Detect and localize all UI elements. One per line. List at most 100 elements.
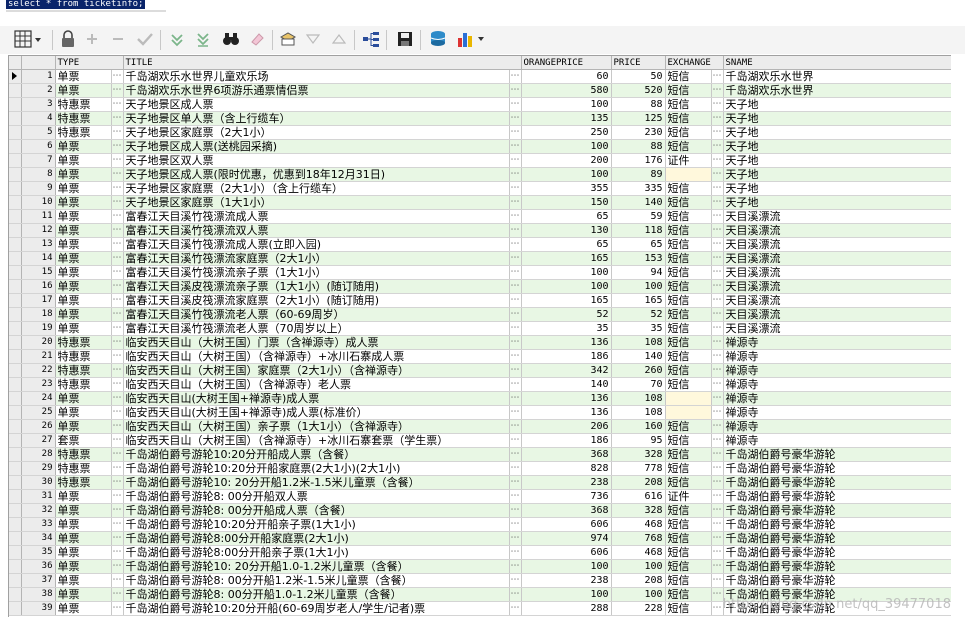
row-indicator[interactable] <box>9 363 22 378</box>
cell-sname[interactable]: 禅源寺 <box>723 419 951 434</box>
cell-ellipsis-button[interactable]: ⋯ <box>509 363 522 378</box>
cell-title[interactable]: 富春江天目溪竹筏漂流双人票 <box>123 223 510 238</box>
cell-title[interactable]: 富春江天目溪皮筏漂流家庭票（2大1小）(随订随用) <box>123 293 510 308</box>
cell-title[interactable]: 临安西天目山（大树王国）（含禅源寺）+冰川石寨套票（学生票） <box>123 433 510 448</box>
cell-exchange[interactable]: 短信 <box>665 111 712 126</box>
cell-ellipsis-button[interactable]: ⋯ <box>111 405 124 420</box>
cell-price[interactable]: 165 <box>611 293 666 308</box>
cell-title[interactable]: 临安西天目山（大树王国）家庭票（2大1小）（含禅源寺） <box>123 363 510 378</box>
cell-ellipsis-button[interactable]: ⋯ <box>711 601 724 616</box>
cell-price[interactable]: 153 <box>611 251 666 266</box>
cell-ellipsis-button[interactable]: ⋯ <box>509 69 522 84</box>
cell-ellipsis-button[interactable]: ⋯ <box>111 139 124 154</box>
cell-type[interactable]: 特惠票 <box>55 349 112 364</box>
cell-ellipsis-button[interactable]: ⋯ <box>711 237 724 252</box>
cell-sname[interactable]: 天子地 <box>723 125 951 140</box>
table-row[interactable]: 22 特惠票 ⋯ 临安西天目山（大树王国）家庭票（2大1小）（含禅源寺） ⋯ 342 260… <box>9 363 951 378</box>
table-row[interactable]: 35 单票 ⋯ 千岛湖伯爵号游轮8:00分开船亲子票(1大1小) ⋯ 606 468 短信 ⋯ 千… <box>9 545 951 560</box>
cell-price[interactable]: 89 <box>611 167 666 182</box>
cell-price[interactable]: 208 <box>611 573 666 588</box>
cell-exchange[interactable]: 短信 <box>665 349 712 364</box>
cell-orangeprice[interactable]: 35 <box>521 321 612 336</box>
cell-exchange[interactable]: 短信 <box>665 279 712 294</box>
cell-ellipsis-button[interactable]: ⋯ <box>509 461 522 476</box>
cell-title[interactable]: 千岛湖伯爵号游轮8: 00分开船成人票（含餐） <box>123 503 510 518</box>
column-header-type[interactable]: TYPE <box>55 56 124 70</box>
cell-ellipsis-button[interactable]: ⋯ <box>111 167 124 182</box>
cell-title[interactable]: 富春江天目溪竹筏漂流亲子票（1大1小） <box>123 265 510 280</box>
cell-sname[interactable]: 禅源寺 <box>723 405 951 420</box>
cell-ellipsis-button[interactable]: ⋯ <box>111 209 124 224</box>
cell-ellipsis-button[interactable]: ⋯ <box>509 587 522 602</box>
sql-editor[interactable]: select * from ticketinfo; <box>0 0 965 24</box>
cell-ellipsis-button[interactable]: ⋯ <box>111 83 124 98</box>
row-indicator[interactable] <box>9 195 22 210</box>
row-indicator[interactable] <box>9 293 22 308</box>
cell-orangeprice[interactable]: 606 <box>521 517 612 532</box>
row-indicator[interactable] <box>9 461 22 476</box>
cell-price[interactable]: 94 <box>611 265 666 280</box>
cell-sname[interactable]: 天目溪漂流 <box>723 223 951 238</box>
row-indicator[interactable] <box>9 433 22 448</box>
cell-title[interactable]: 富春江天目溪竹筏漂流成人票 <box>123 209 510 224</box>
cell-exchange[interactable]: 短信 <box>665 237 712 252</box>
cell-title[interactable]: 千岛湖欢乐水世界6项游乐通票情侣票 <box>123 83 510 98</box>
row-indicator[interactable] <box>9 377 22 392</box>
cell-ellipsis-button[interactable]: ⋯ <box>509 111 522 126</box>
cell-exchange[interactable]: 短信 <box>665 475 712 490</box>
cell-orangeprice[interactable]: 130 <box>521 223 612 238</box>
cell-ellipsis-button[interactable]: ⋯ <box>711 293 724 308</box>
table-row[interactable]: 31 单票 ⋯ 千岛湖伯爵号游轮8: 00分开船双人票 ⋯ 736 616 证件 ⋯ 千岛湖伯爵号… <box>9 489 951 504</box>
cell-type[interactable]: 单票 <box>55 139 112 154</box>
lock-button[interactable] <box>58 28 78 50</box>
cell-orangeprice[interactable]: 136 <box>521 405 612 420</box>
cell-type[interactable]: 单票 <box>55 223 112 238</box>
table-row[interactable]: 17 单票 ⋯ 富春江天目溪皮筏漂流家庭票（2大1小）(随订随用) ⋯ 165 165 短信 ⋯… <box>9 293 951 308</box>
cell-price[interactable]: 228 <box>611 601 666 616</box>
cell-orangeprice[interactable]: 140 <box>521 377 612 392</box>
cell-title[interactable]: 千岛湖伯爵号游轮10: 20分开船1.2米-1.5米儿童票（含餐） <box>123 475 510 490</box>
cell-title[interactable]: 天子地景区成人票(限时优惠，优惠到18年12月31日) <box>123 167 510 182</box>
cell-exchange[interactable]: 短信 <box>665 195 712 210</box>
cell-sname[interactable]: 天子地 <box>723 111 951 126</box>
cell-ellipsis-button[interactable]: ⋯ <box>509 503 522 518</box>
cell-ellipsis-button[interactable]: ⋯ <box>711 335 724 350</box>
cell-ellipsis-button[interactable]: ⋯ <box>509 209 522 224</box>
cell-ellipsis-button[interactable]: ⋯ <box>711 587 724 602</box>
cell-type[interactable]: 单票 <box>55 293 112 308</box>
cell-ellipsis-button[interactable]: ⋯ <box>509 265 522 280</box>
cell-ellipsis-button[interactable]: ⋯ <box>711 83 724 98</box>
cell-ellipsis-button[interactable]: ⋯ <box>509 237 522 252</box>
cell-price[interactable]: 50 <box>611 69 666 84</box>
cell-title[interactable]: 千岛湖伯爵号游轮8: 00分开船1.0-1.2米儿童票（含餐） <box>123 587 510 602</box>
cell-ellipsis-button[interactable]: ⋯ <box>711 503 724 518</box>
cell-type[interactable]: 单票 <box>55 209 112 224</box>
cell-title[interactable]: 富春江天目溪竹筏漂流老人票（70周岁以上） <box>123 321 510 336</box>
first-record-button[interactable] <box>166 28 188 50</box>
cell-sname[interactable]: 天目溪漂流 <box>723 279 951 294</box>
cell-ellipsis-button[interactable]: ⋯ <box>711 167 724 182</box>
table-row[interactable]: 10 单票 ⋯ 天子地景区家庭票（1大1小） ⋯ 150 140 短信 ⋯ 天子地 <box>9 195 951 210</box>
row-indicator[interactable] <box>9 321 22 336</box>
cell-ellipsis-button[interactable]: ⋯ <box>509 517 522 532</box>
cell-type[interactable]: 单票 <box>55 83 112 98</box>
table-row[interactable]: 29 特惠票 ⋯ 千岛湖伯爵号游轮10:20分开船家庭票(2大1小)(2大1小) ⋯ 82… <box>9 461 951 476</box>
cell-price[interactable]: 140 <box>611 195 666 210</box>
cell-sname[interactable]: 天目溪漂流 <box>723 293 951 308</box>
cell-type[interactable]: 单票 <box>55 167 112 182</box>
table-row[interactable]: 18 单票 ⋯ 富春江天目溪竹筏漂流老人票（60-69周岁） ⋯ 52 52 短信 ⋯ 天目溪漂流 <box>9 307 951 322</box>
cell-ellipsis-button[interactable]: ⋯ <box>711 265 724 280</box>
cell-exchange[interactable]: 短信 <box>665 209 712 224</box>
cell-price[interactable]: 108 <box>611 335 666 350</box>
table-row[interactable]: 21 特惠票 ⋯ 临安西天目山（大树王国）（含禅源寺）+冰川石寨成人票 ⋯ 186 140 短… <box>9 349 951 364</box>
cell-exchange[interactable]: 短信 <box>665 573 712 588</box>
cell-ellipsis-button[interactable]: ⋯ <box>111 447 124 462</box>
cell-price[interactable]: 88 <box>611 139 666 154</box>
table-row[interactable]: 7 单票 ⋯ 天子地景区双人票 ⋯ 200 176 证件 ⋯ 天子地 <box>9 153 951 168</box>
sql-query-text[interactable]: select * from ticketinfo; <box>6 0 146 9</box>
cell-ellipsis-button[interactable]: ⋯ <box>111 517 124 532</box>
cell-ellipsis-button[interactable]: ⋯ <box>711 489 724 504</box>
table-row[interactable]: 34 单票 ⋯ 千岛湖伯爵号游轮8:00分开船家庭票(2大1小) ⋯ 974 768 短信 ⋯ 千… <box>9 531 951 546</box>
cell-orangeprice[interactable]: 100 <box>521 167 612 182</box>
cell-ellipsis-button[interactable]: ⋯ <box>509 167 522 182</box>
